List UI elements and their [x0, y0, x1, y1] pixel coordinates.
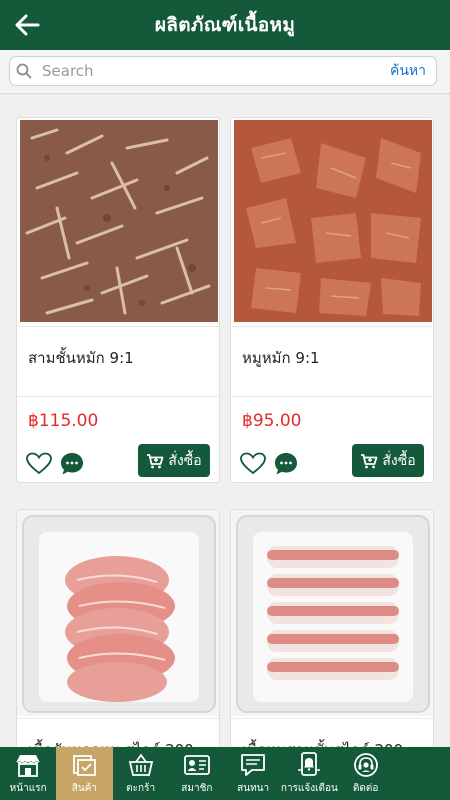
divider — [231, 326, 433, 327]
product-card[interactable]: หมูหมัก 9:1 ฿95.00 สั่งซื้อ — [230, 117, 434, 483]
products-icon — [71, 752, 97, 778]
heart-icon[interactable] — [240, 452, 266, 476]
support-icon — [353, 752, 379, 778]
tab-member[interactable]: สมาชิก — [169, 747, 225, 800]
product-card[interactable]: สามชั้นหมัก 9:1 ฿115.00 สั่งซื้อ — [16, 117, 220, 483]
order-button-label: สั่งซื้อ — [382, 452, 416, 469]
tab-label: สินค้า — [71, 783, 97, 794]
tab-label: สนทนา — [237, 783, 270, 794]
chat-icon[interactable] — [59, 451, 85, 477]
search-button[interactable]: ค้นหา — [380, 60, 436, 82]
tab-notifications[interactable]: การแจ้งเตือน — [280, 747, 338, 800]
product-image[interactable] — [17, 118, 220, 324]
product-image[interactable] — [17, 510, 220, 716]
app-header: ผลิตภัณฑ์เนื้อหมู — [0, 0, 450, 50]
tab-basket[interactable]: ตะกร้า — [113, 747, 169, 800]
divider — [17, 326, 219, 327]
product-image[interactable] — [231, 510, 434, 716]
product-price: ฿95.00 — [242, 411, 302, 431]
tab-label: สมาชิก — [181, 783, 213, 794]
tab-products[interactable]: สินค้า — [56, 747, 113, 800]
page-title: ผลิตภัณฑ์เนื้อหมู — [154, 14, 296, 36]
search-icon — [16, 63, 38, 79]
tab-label: การแจ้งเตือน — [280, 783, 338, 794]
divider — [17, 718, 219, 719]
back-arrow-icon[interactable] — [12, 11, 42, 39]
product-card[interactable]: เนื้อสันนอกหมู สไลด์ 200 — [16, 509, 220, 747]
product-name[interactable]: เนื้อหมูสามชั้นสไลด์ 200 — [242, 738, 403, 747]
cart-icon — [147, 453, 164, 468]
product-name[interactable]: สามชั้นหมัก 9:1 — [28, 346, 134, 370]
chat-icon — [240, 752, 266, 778]
order-button-label: สั่งซื้อ — [168, 452, 202, 469]
search-box: ค้นหา — [9, 56, 437, 86]
product-grid: สามชั้นหมัก 9:1 ฿115.00 สั่งซื้อ หมูหมัก… — [0, 95, 450, 747]
order-button[interactable]: สั่งซื้อ — [352, 444, 424, 477]
cart-icon — [361, 453, 378, 468]
divider — [231, 718, 433, 719]
divider — [231, 396, 433, 397]
product-price: ฿115.00 — [28, 411, 99, 431]
order-button[interactable]: สั่งซื้อ — [138, 444, 210, 477]
tab-home[interactable]: หน้าแรก — [0, 747, 56, 800]
product-name[interactable]: หมูหมัก 9:1 — [242, 346, 320, 370]
tab-label: ติดต่อ — [352, 783, 379, 794]
tab-chat[interactable]: สนทนา — [225, 747, 281, 800]
notification-icon — [297, 752, 321, 778]
bottom-tab-bar: หน้าแรก สินค้า ตะกร้า สมาชิก สนทนา การแจ… — [0, 747, 450, 800]
tab-label: หน้าแรก — [9, 783, 47, 794]
chat-icon[interactable] — [273, 451, 299, 477]
member-card-icon — [183, 752, 211, 778]
heart-icon[interactable] — [26, 452, 52, 476]
tab-label: ตะกร้า — [126, 783, 156, 794]
store-icon — [15, 752, 41, 778]
product-image[interactable] — [231, 118, 434, 324]
search-input[interactable] — [38, 62, 380, 80]
divider — [17, 396, 219, 397]
basket-icon — [128, 752, 154, 778]
product-card[interactable]: เนื้อหมูสามชั้นสไลด์ 200 — [230, 509, 434, 747]
tab-contact[interactable]: ติดต่อ — [338, 747, 394, 800]
search-bar: ค้นหา — [0, 50, 450, 94]
product-name[interactable]: เนื้อสันนอกหมู สไลด์ 200 — [28, 738, 194, 747]
